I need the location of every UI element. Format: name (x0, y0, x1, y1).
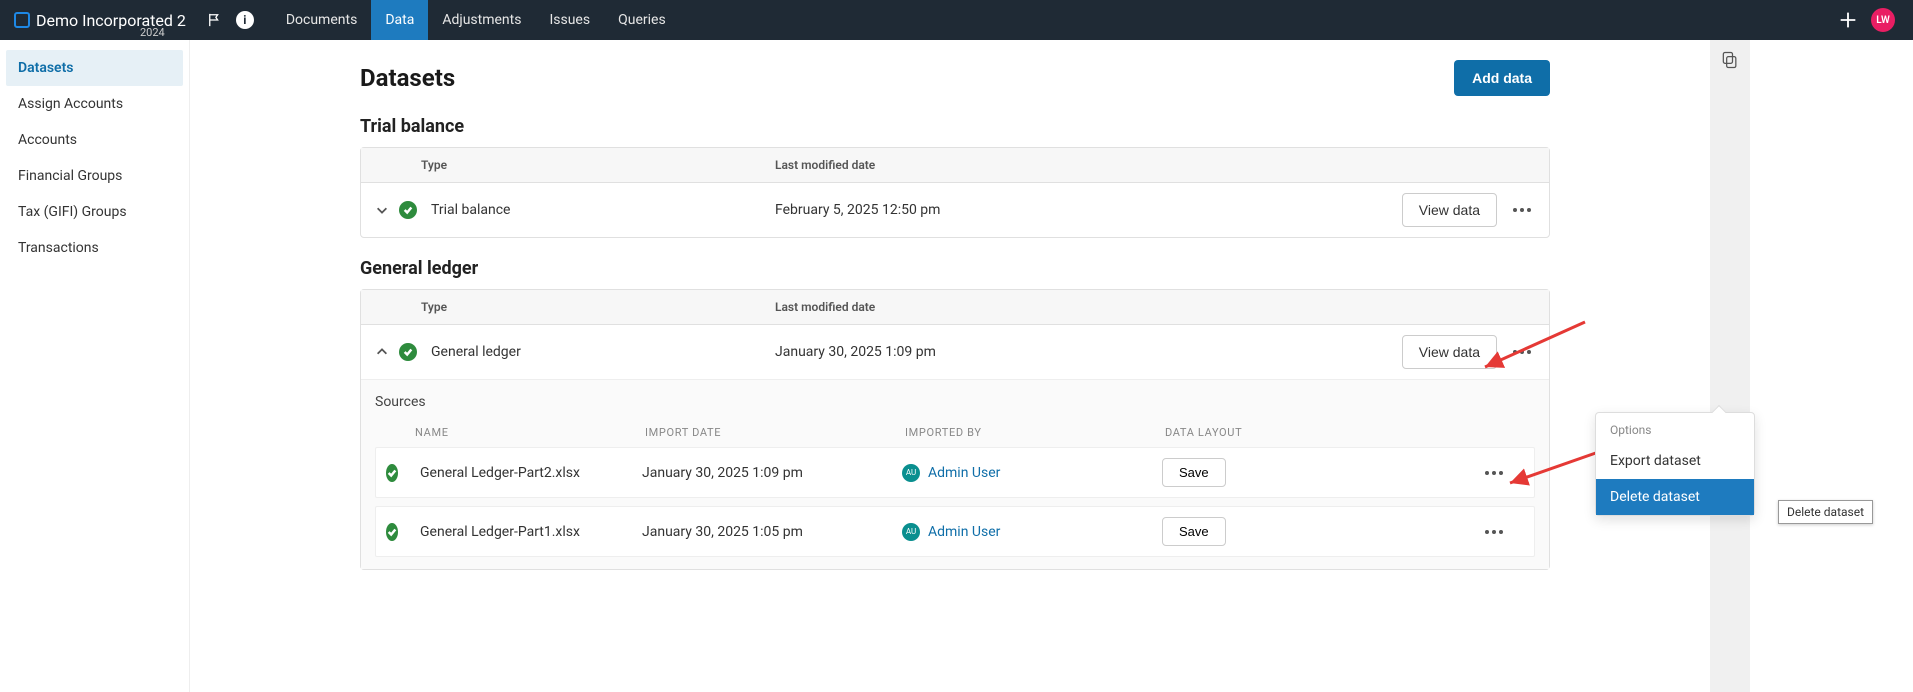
imported-by-link[interactable]: Admin User (928, 465, 1000, 481)
nav-issues[interactable]: Issues (535, 0, 604, 40)
dropdown-label: Options (1596, 413, 1754, 443)
row-date: January 30, 2025 1:09 pm (775, 344, 1402, 360)
source-row: General Ledger-Part2.xlsx January 30, 20… (375, 447, 1535, 498)
sources-panel: Sources NAME IMPORT DATE IMPORTED BY DAT… (361, 379, 1549, 569)
user-avatar[interactable]: LW (1871, 8, 1895, 32)
chevron-down-icon[interactable] (375, 203, 389, 217)
sidebar-item-datasets[interactable]: Datasets (6, 50, 183, 86)
section-general-ledger-title: General ledger (360, 258, 1550, 279)
sidebar-item-assign-accounts[interactable]: Assign Accounts (6, 86, 183, 122)
status-success-icon (399, 201, 417, 219)
column-header-type: Type (375, 158, 775, 172)
sources-label: Sources (375, 394, 1535, 410)
user-badge-icon: AU (902, 464, 920, 482)
tooltip-delete-dataset: Delete dataset (1778, 500, 1873, 524)
source-menu-button[interactable] (1481, 524, 1507, 540)
column-header-date: Last modified date (775, 300, 1335, 314)
sources-col-by: IMPORTED BY (905, 426, 1165, 439)
fiscal-year: 2024 (140, 26, 165, 39)
source-row: General Ledger-Part1.xlsx January 30, 20… (375, 506, 1535, 557)
trial-balance-panel: Type Last modified date Trial balance Fe… (360, 147, 1550, 238)
add-data-button[interactable]: Add data (1454, 60, 1550, 96)
right-rail (1710, 40, 1750, 692)
user-badge-icon: AU (902, 523, 920, 541)
row-menu-button[interactable] (1509, 202, 1535, 218)
row-type-label: General ledger (431, 344, 521, 360)
copy-icon[interactable] (1720, 50, 1740, 70)
sources-col-date: IMPORT DATE (645, 426, 905, 439)
annotation-arrow-icon (1475, 312, 1595, 386)
add-icon[interactable] (1837, 9, 1859, 31)
imported-by-link[interactable]: Admin User (928, 524, 1000, 540)
general-ledger-row: General ledger January 30, 2025 1:09 pm … (361, 325, 1549, 379)
sidebar-item-financial-groups[interactable]: Financial Groups (6, 158, 183, 194)
info-icon[interactable]: i (236, 11, 254, 29)
sidebar: Datasets Assign Accounts Accounts Financ… (0, 40, 190, 692)
sidebar-item-transactions[interactable]: Transactions (6, 230, 183, 266)
flag-icon[interactable] (208, 13, 222, 27)
dropdown-delete-dataset[interactable]: Delete dataset (1596, 479, 1754, 515)
source-import-date: January 30, 2025 1:09 pm (642, 465, 902, 481)
source-name: General Ledger-Part2.xlsx (412, 465, 642, 481)
sidebar-item-accounts[interactable]: Accounts (6, 122, 183, 158)
sources-col-name: NAME (415, 426, 645, 439)
top-bar: Demo Incorporated 2 2024 i Documents Dat… (0, 0, 1913, 40)
source-name: General Ledger-Part1.xlsx (412, 524, 642, 540)
page-title: Datasets (360, 64, 455, 92)
column-header-date: Last modified date (775, 158, 1335, 172)
sidebar-item-tax-gifi-groups[interactable]: Tax (GIFI) Groups (6, 194, 183, 230)
row-date: February 5, 2025 12:50 pm (775, 202, 1402, 218)
dropdown-export-dataset[interactable]: Export dataset (1596, 443, 1754, 479)
nav-documents[interactable]: Documents (272, 0, 371, 40)
main-nav: Documents Data Adjustments Issues Querie… (272, 0, 680, 40)
section-trial-balance-title: Trial balance (360, 116, 1550, 137)
trial-balance-row: Trial balance February 5, 2025 12:50 pm … (361, 183, 1549, 237)
app-logo-icon (14, 12, 30, 28)
status-success-icon (386, 523, 398, 541)
nav-data[interactable]: Data (371, 0, 428, 40)
source-import-date: January 30, 2025 1:05 pm (642, 524, 902, 540)
general-ledger-panel: Type Last modified date General ledger J… (360, 289, 1550, 570)
save-layout-button[interactable]: Save (1162, 517, 1226, 546)
nav-adjustments[interactable]: Adjustments (428, 0, 535, 40)
options-dropdown: Options Export dataset Delete dataset (1595, 412, 1755, 516)
save-layout-button[interactable]: Save (1162, 458, 1226, 487)
chevron-up-icon[interactable] (375, 345, 389, 359)
nav-queries[interactable]: Queries (604, 0, 680, 40)
status-success-icon (386, 464, 398, 482)
row-type-label: Trial balance (431, 202, 510, 218)
view-data-button[interactable]: View data (1402, 193, 1497, 227)
column-header-type: Type (375, 300, 775, 314)
sources-col-layout: DATA LAYOUT (1165, 426, 1465, 439)
status-success-icon (399, 343, 417, 361)
